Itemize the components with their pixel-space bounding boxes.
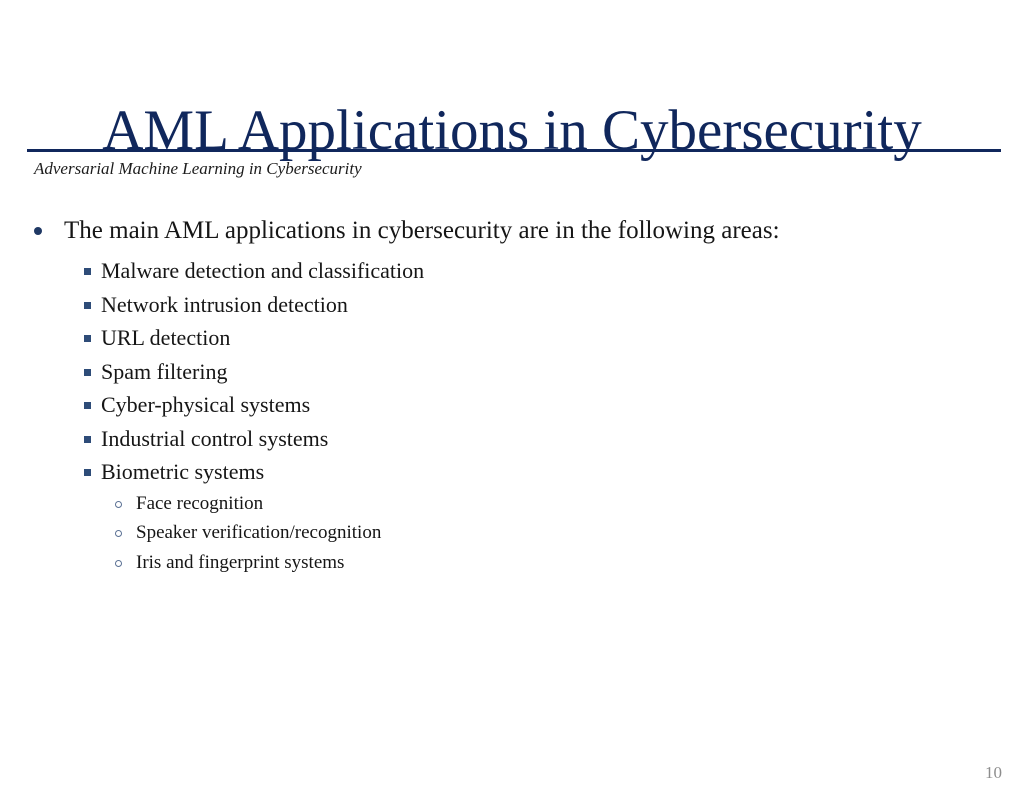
- list-item-label: The main AML applications in cybersecuri…: [64, 217, 780, 244]
- list-item: Spam filtering: [0, 355, 1024, 389]
- list-item-label: Spam filtering: [101, 358, 228, 384]
- bullet-list-level-3: Face recognition Speaker verification/re…: [0, 489, 1024, 578]
- nested-list-container: Malware detection and classification Net…: [0, 254, 1024, 578]
- slide-canvas: AML Applications in Cybersecurity Advers…: [0, 0, 1024, 791]
- square-bullet-icon: [84, 335, 91, 342]
- list-item: Network intrusion detection: [0, 288, 1024, 322]
- square-bullet-icon: [84, 268, 91, 275]
- list-item: Iris and fingerprint systems: [0, 548, 1024, 578]
- list-item: Speaker verification/recognition: [0, 518, 1024, 548]
- square-bullet-icon: [84, 368, 91, 376]
- list-item-label: Iris and fingerprint systems: [136, 552, 345, 574]
- page-title: AML Applications in Cybersecurity: [102, 99, 922, 163]
- list-item: Industrial control systems: [0, 422, 1024, 456]
- list-item-label: Industrial control systems: [101, 425, 329, 451]
- bullet-list-level-1: The main AML applications in cybersecuri…: [0, 214, 1024, 578]
- bullet-list-level-2: Malware detection and classification Net…: [0, 254, 1024, 578]
- circle-bullet-icon: [115, 560, 122, 568]
- page-number: 10: [985, 763, 1002, 782]
- slide-body: The main AML applications in cybersecuri…: [0, 214, 1024, 578]
- list-item: URL detection: [0, 321, 1024, 355]
- list-item-label: Cyber-physical systems: [101, 392, 311, 417]
- list-item: The main AML applications in cybersecuri…: [0, 214, 1024, 248]
- disc-bullet-icon: [34, 227, 42, 235]
- list-item: Face recognition: [0, 489, 1024, 519]
- nested-list-container: Face recognition Speaker verification/re…: [0, 489, 1024, 578]
- list-item: Cyber-physical systems: [0, 388, 1024, 422]
- list-item-label: Network intrusion detection: [101, 291, 348, 317]
- title-divider: [27, 149, 1001, 152]
- list-item-label: Face recognition: [136, 492, 264, 514]
- list-item-label: URL detection: [101, 325, 231, 350]
- slide-subtitle: Adversarial Machine Learning in Cybersec…: [34, 159, 362, 178]
- circle-bullet-icon: [115, 500, 122, 508]
- circle-bullet-icon: [115, 530, 122, 538]
- list-item: Malware detection and classification: [0, 254, 1024, 288]
- list-item-label: Speaker verification/recognition: [136, 522, 382, 544]
- list-item-label: Malware detection and classification: [101, 258, 425, 283]
- square-bullet-icon: [84, 469, 91, 476]
- square-bullet-icon: [84, 301, 91, 309]
- square-bullet-icon: [84, 435, 91, 443]
- square-bullet-icon: [84, 402, 91, 409]
- list-item: Biometric systems: [0, 455, 1024, 489]
- list-item-label: Biometric systems: [101, 459, 265, 484]
